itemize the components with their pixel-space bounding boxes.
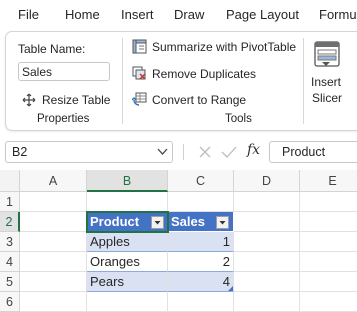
insert-slicer-label-line2: Slicer (312, 91, 343, 105)
column-header-a[interactable]: A (20, 170, 87, 192)
cell-d1[interactable] (234, 192, 300, 212)
insert-slicer-label-line1: Insert (311, 75, 342, 89)
table-cell-product[interactable]: Oranges (87, 252, 168, 272)
formula-controls: fx (190, 141, 260, 163)
cell-e3[interactable] (300, 232, 357, 252)
select-all-corner[interactable] (0, 170, 20, 192)
table-header-product[interactable]: Product (87, 212, 168, 232)
resize-table-label: Resize Table (42, 93, 111, 107)
formula-input[interactable]: Product (269, 141, 357, 163)
row-header-4[interactable]: 4 (0, 252, 20, 272)
tools-group-label: Tools (225, 113, 252, 125)
cell-d4[interactable] (234, 252, 300, 272)
table-cell-sales[interactable]: 1 (168, 232, 234, 252)
cell-e5[interactable] (300, 272, 357, 292)
insert-function-icon[interactable]: fx (247, 142, 260, 158)
filter-dropdown-sales[interactable] (216, 216, 229, 229)
slicer-icon (314, 41, 340, 67)
convert-to-range-icon (132, 92, 147, 106)
menu-home[interactable]: Home (65, 7, 100, 22)
cell-b6[interactable] (87, 292, 168, 312)
name-box[interactable]: B2 (5, 141, 173, 163)
menu-formulas[interactable]: Formu (319, 7, 357, 22)
resize-icon (22, 93, 36, 107)
enter-check-icon[interactable] (221, 145, 237, 159)
group-separator (122, 38, 123, 124)
table-header-sales[interactable]: Sales (168, 212, 234, 232)
menu-draw[interactable]: Draw (174, 7, 204, 22)
remove-duplicates-button[interactable]: Remove Duplicates (132, 65, 262, 83)
cell-e4[interactable] (300, 252, 357, 272)
cell-c6[interactable] (168, 292, 234, 312)
row-header-2[interactable]: 2 (0, 212, 20, 232)
convert-to-range-button[interactable]: Convert to Range (132, 91, 257, 109)
column-header-b[interactable]: B (87, 170, 168, 192)
pivottable-icon (132, 39, 147, 54)
row-header-1[interactable]: 1 (0, 192, 20, 212)
worksheet-grid: A B C D E 1 2 3 4 5 6 Product Sales Appl… (0, 170, 357, 312)
cell-a1[interactable] (20, 192, 87, 212)
row-header-5[interactable]: 5 (0, 272, 20, 292)
cell-a5[interactable] (20, 272, 87, 292)
row-header-6[interactable]: 6 (0, 292, 20, 312)
menu-bar: File Home Insert Draw Page Layout Formu (0, 0, 357, 30)
filter-dropdown-product[interactable] (151, 216, 164, 229)
formula-divider (183, 144, 184, 160)
cancel-icon[interactable] (198, 145, 212, 159)
row-header-3[interactable]: 3 (0, 232, 20, 252)
menu-file[interactable]: File (18, 7, 39, 22)
cell-a2[interactable] (20, 212, 87, 232)
menu-page-layout[interactable]: Page Layout (226, 7, 299, 22)
cell-e2[interactable] (300, 212, 357, 232)
remove-duplicates-label: Remove Duplicates (152, 67, 257, 81)
table-cell-product[interactable]: Apples (87, 232, 168, 252)
column-header-c[interactable]: C (168, 170, 234, 192)
cell-c1[interactable] (168, 192, 234, 212)
cell-d3[interactable] (234, 232, 300, 252)
cell-e1[interactable] (300, 192, 357, 212)
table-cell-sales[interactable]: 2 (168, 252, 234, 272)
table-name-input[interactable]: Sales (18, 62, 110, 81)
insert-slicer-button[interactable]: Insert Slicer (308, 36, 346, 108)
convert-to-range-label: Convert to Range (152, 93, 247, 107)
resize-table-button[interactable]: Resize Table (22, 91, 112, 109)
column-header-d[interactable]: D (234, 170, 300, 192)
cell-d5[interactable] (234, 272, 300, 292)
chevron-down-icon[interactable] (157, 148, 168, 156)
table-resize-handle-icon[interactable] (227, 285, 234, 292)
properties-group-label: Properties (37, 113, 90, 125)
table-cell-product[interactable]: Pears (87, 272, 168, 292)
formula-bar: B2 fx Product (0, 136, 357, 168)
table-header-product-label: Product (90, 214, 140, 229)
filter-arrow-icon (219, 221, 226, 225)
cell-d2[interactable] (234, 212, 300, 232)
summarize-pivottable-button[interactable]: Summarize with PivotTable (132, 38, 302, 56)
table-name-label: Table Name: (18, 42, 86, 56)
cell-a3[interactable] (20, 232, 87, 252)
menu-insert[interactable]: Insert (121, 7, 154, 22)
table-cell-sales[interactable]: 4 (168, 272, 234, 292)
cell-a6[interactable] (20, 292, 87, 312)
summarize-label: Summarize with PivotTable (152, 40, 297, 54)
column-header-e[interactable]: E (300, 170, 357, 192)
cell-a4[interactable] (20, 252, 87, 272)
group-separator (303, 38, 304, 124)
table-header-sales-label: Sales (171, 214, 205, 229)
cell-d6[interactable] (234, 292, 300, 312)
ribbon-table-design: Table Name: Sales Resize Table Propertie… (5, 31, 357, 131)
filter-arrow-icon (154, 221, 161, 225)
cell-b1[interactable] (87, 192, 168, 212)
cell-e6[interactable] (300, 292, 357, 312)
remove-duplicates-icon (132, 66, 146, 80)
